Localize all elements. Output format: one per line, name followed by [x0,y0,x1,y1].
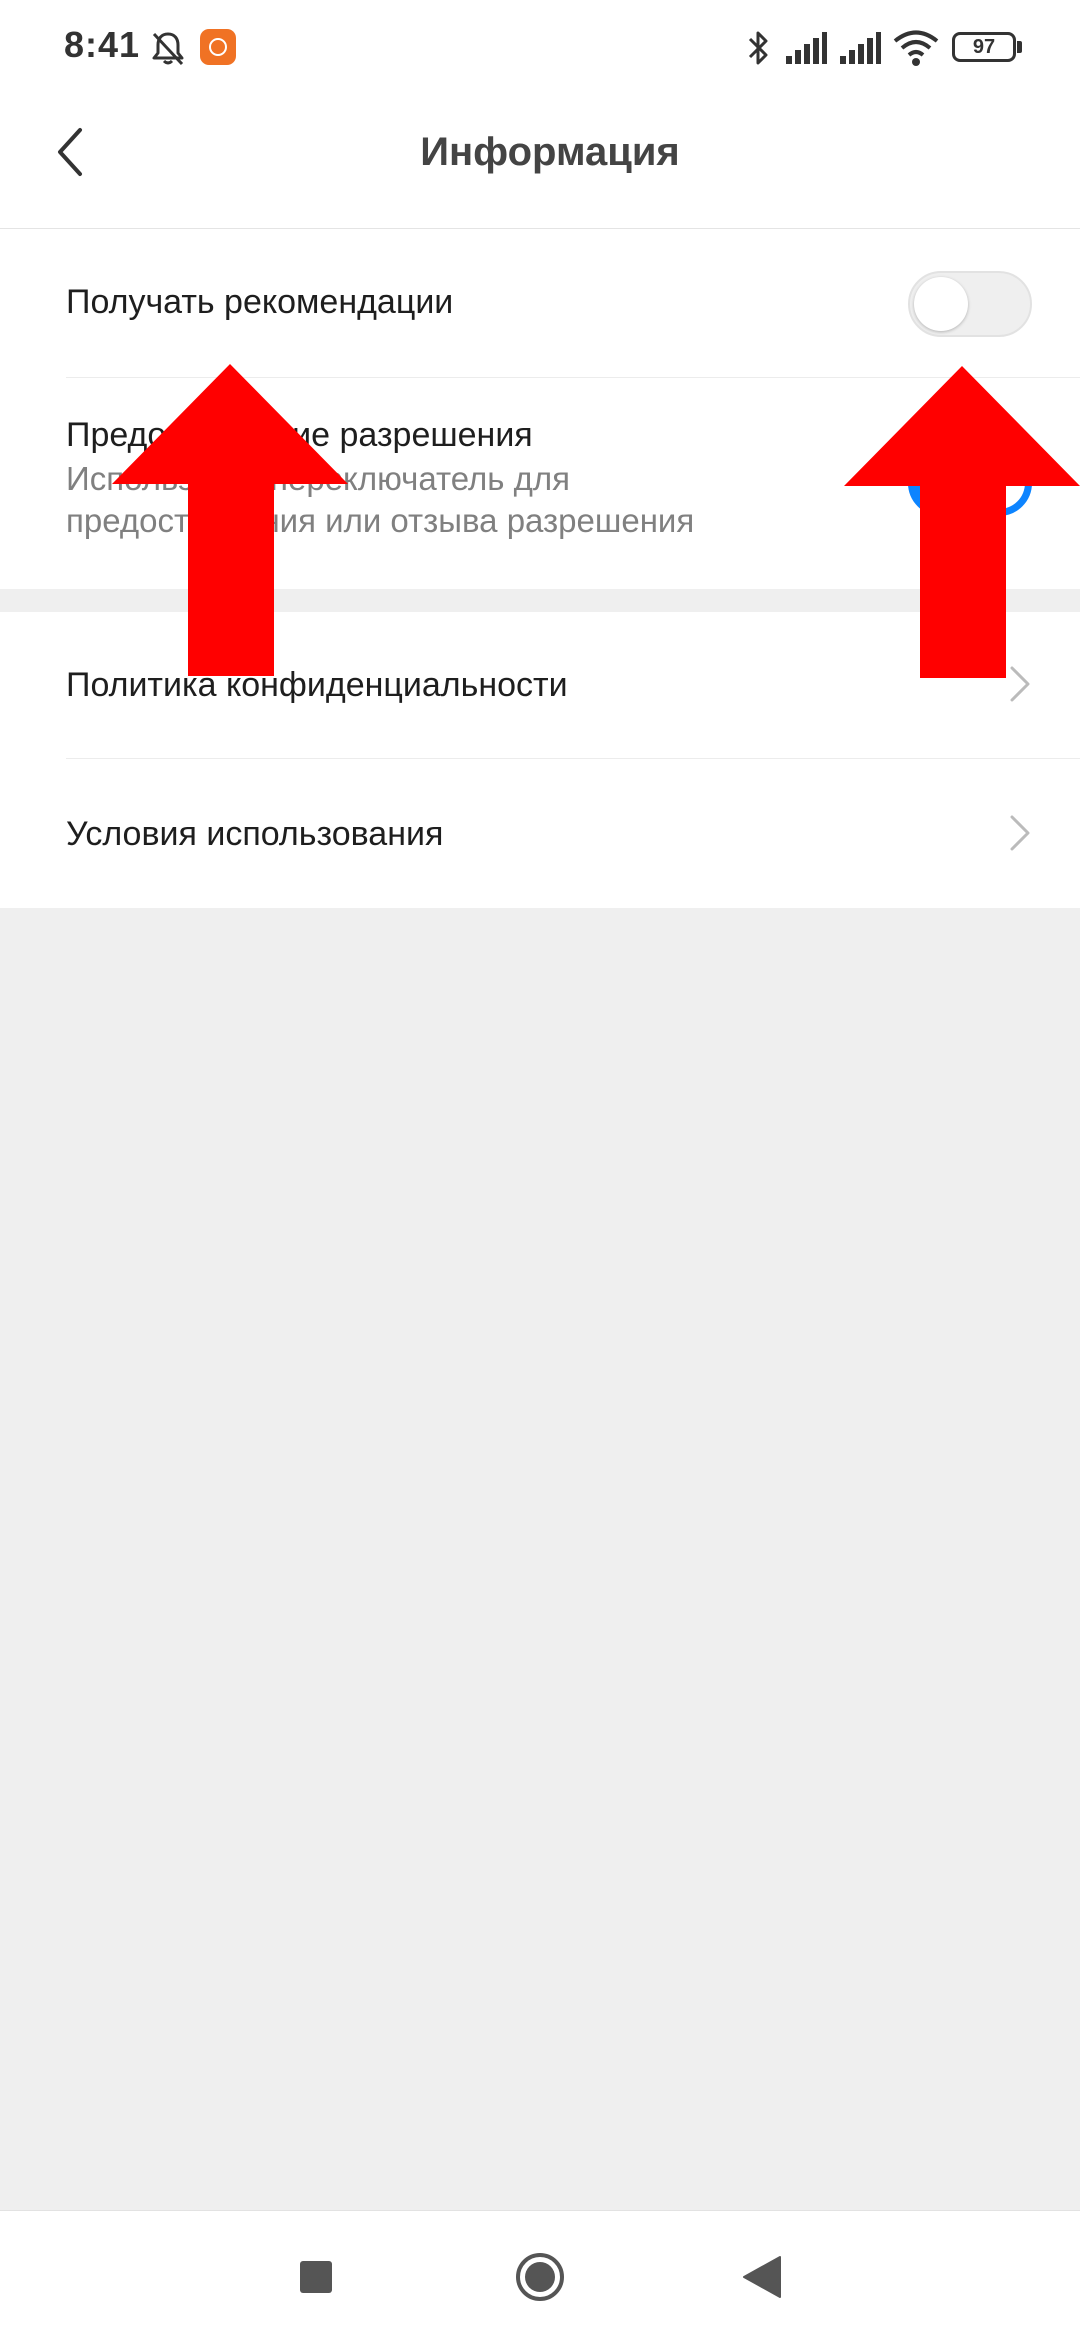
settings-section-permissions: Получать рекомендации Предоставление раз… [0,229,1080,589]
page-title: Информация [420,130,680,174]
battery-tip [1017,41,1022,53]
bluetooth-icon [748,31,768,65]
circle-home-icon[interactable] [514,2251,566,2303]
mi-app-badge-icon [200,29,236,65]
toggle-knob [973,457,1025,509]
signal-icon [840,32,881,64]
chevron-right-icon [1010,666,1030,702]
recommendations-toggle[interactable] [908,271,1032,337]
terms-of-use-title: Условия использования [66,815,444,853]
signal-icon [786,32,827,64]
square-recents-icon[interactable] [300,2261,332,2293]
triangle-back-icon[interactable] [742,2255,782,2299]
navigation-bar [0,2210,1080,2341]
status-time: 8:41 [64,24,141,65]
permission-title: Предоставление разрешения [66,416,533,454]
permission-summary: Используйте переключатель для предоставл… [66,460,695,539]
recommendations-title: Получать рекомендации [66,283,454,321]
recommendations-row[interactable]: Получать рекомендации [0,229,1080,377]
header: Информация [0,96,1080,229]
terms-of-use-row[interactable]: Условия использования [0,759,1080,908]
battery-icon: 97 [952,32,1016,62]
privacy-policy-title: Политика конфиденциальности [66,666,568,704]
settings-section-legal: Политика конфиденциальности Условия испо… [0,612,1080,908]
chevron-right-icon [1010,815,1030,851]
permission-row[interactable]: Предоставление разрешения Используйте пе… [0,378,1080,588]
permission-toggle[interactable] [908,450,1032,516]
wifi-icon [893,30,939,66]
toggle-knob [914,277,968,331]
status-bar: 8:41 97 [0,0,1080,96]
privacy-policy-row[interactable]: Политика конфиденциальности [0,612,1080,758]
muted-bell-icon [152,32,184,66]
